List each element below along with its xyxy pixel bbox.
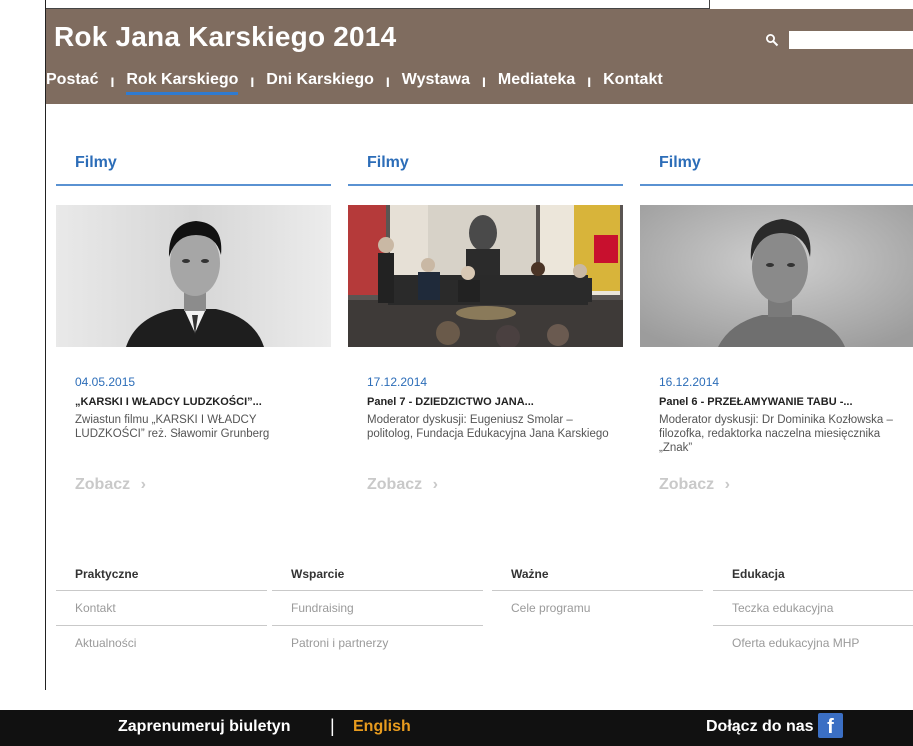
footer-column-edukacja: Edukacja Teczka edukacyjna Oferta edukac… — [713, 560, 913, 660]
footer-link-cele-programu[interactable]: Cele programu — [492, 591, 703, 625]
footer-column-heading: Wsparcie — [272, 560, 483, 591]
see-more-link[interactable]: Zobacz › — [75, 476, 146, 494]
footer-link-oferta[interactable]: Oferta edukacyjna MHP — [713, 626, 913, 660]
card-title[interactable]: „KARSKI I WŁADCY LUDZKOŚCI”... — [75, 396, 331, 408]
card-heading[interactable]: Filmy — [56, 148, 331, 186]
footer-link-fundraising[interactable]: Fundraising — [272, 591, 483, 626]
top-tick — [709, 0, 710, 9]
card-heading[interactable]: Filmy — [348, 148, 623, 186]
card-title[interactable]: Panel 7 - DZIEDZICTWO JANA... — [367, 396, 623, 408]
card-heading[interactable]: Filmy — [640, 148, 913, 186]
search-icon[interactable] — [765, 33, 779, 47]
subscribe-newsletter-link[interactable]: Zaprenumeruj biuletyn — [118, 718, 290, 736]
nav-item-rok-karskiego[interactable]: Rok Karskiego — [126, 71, 239, 95]
join-us-label: Dołącz do nas — [706, 718, 814, 735]
facebook-letter: f — [827, 716, 834, 738]
see-more-label: Zobacz — [367, 476, 423, 493]
nav-separator: I — [110, 74, 115, 90]
card-date: 16.12.2014 — [659, 375, 720, 389]
search-input[interactable] — [789, 31, 913, 49]
portrait-photo[interactable] — [640, 205, 913, 347]
portrait-photo[interactable] — [56, 205, 331, 347]
nav-separator: I — [250, 74, 255, 90]
footer-column-heading: Praktyczne — [56, 560, 267, 591]
footer-link-teczka[interactable]: Teczka edukacyjna — [713, 591, 913, 626]
card-description: Zwiastun filmu „KARSKI I WŁADCY LUDZKOŚC… — [75, 414, 270, 440]
bottom-bar: Zaprenumeruj biuletyn | English Dołącz d… — [0, 710, 913, 746]
film-card: Filmy 04.05.2015 „KARSKI I WŁADCY LUDZKO… — [56, 148, 331, 493]
footer-column-praktyczne: Praktyczne Kontakt Aktualności — [56, 560, 267, 660]
footer-link-aktualnosci[interactable]: Aktualności — [56, 626, 267, 660]
footer-column-wsparcie: Wsparcie Fundraising Patroni i partnerzy — [272, 560, 483, 660]
nav-separator: I — [481, 74, 486, 90]
nav-separator: I — [587, 74, 592, 90]
nav-item-postac[interactable]: Postać — [46, 71, 98, 93]
footer-column-wazne: Ważne Cele programu — [492, 560, 703, 625]
bar-separator: | — [330, 716, 335, 736]
film-card: Filmy 16.12.2014 Panel 6 - PRZEŁAMYWANIE… — [640, 148, 913, 493]
nav-item-kontakt[interactable]: Kontakt — [603, 71, 663, 93]
english-language-link[interactable]: English — [353, 718, 411, 736]
card-date: 04.05.2015 — [75, 375, 136, 389]
see-more-label: Zobacz — [75, 476, 131, 493]
footer-column-heading: Ważne — [492, 560, 703, 591]
nav-item-dni-karskiego[interactable]: Dni Karskiego — [266, 71, 374, 93]
page: Rok Jana Karskiego 2014 Postać I Rok Kar… — [0, 0, 913, 746]
card-date: 17.12.2014 — [367, 375, 428, 389]
facebook-icon[interactable]: f — [818, 713, 843, 738]
panel-discussion-photo[interactable] — [348, 205, 623, 347]
chevron-right-icon: › — [140, 476, 146, 493]
main-nav: Postać I Rok Karskiego I Dni Karskiego I… — [46, 71, 663, 95]
site-header: Rok Jana Karskiego 2014 Postać I Rok Kar… — [46, 9, 913, 104]
card-title[interactable]: Panel 6 - PRZEŁAMYWANIE TABU -... — [659, 396, 913, 408]
chevron-right-icon: › — [432, 476, 438, 493]
nav-item-mediateka[interactable]: Mediateka — [498, 71, 575, 93]
see-more-label: Zobacz — [659, 476, 715, 493]
nav-item-wystawa[interactable]: Wystawa — [402, 71, 470, 93]
footer-column-heading: Edukacja — [713, 560, 913, 591]
film-card: Filmy 17.12.2014 Panel 7 - DZIEDZICTWO J… — [348, 148, 623, 493]
footer-link-kontakt[interactable]: Kontakt — [56, 591, 267, 626]
chevron-right-icon: › — [724, 476, 730, 493]
footer-link-patroni[interactable]: Patroni i partnerzy — [272, 626, 483, 660]
see-more-link[interactable]: Zobacz › — [659, 476, 730, 494]
see-more-link[interactable]: Zobacz › — [367, 476, 438, 494]
card-description: Moderator dyskusji: Dr Dominika Kozłowsk… — [659, 414, 893, 454]
card-description: Moderator dyskusji: Eugeniusz Smolar – p… — [367, 414, 609, 440]
nav-separator: I — [385, 74, 390, 90]
site-title[interactable]: Rok Jana Karskiego 2014 — [54, 21, 396, 53]
